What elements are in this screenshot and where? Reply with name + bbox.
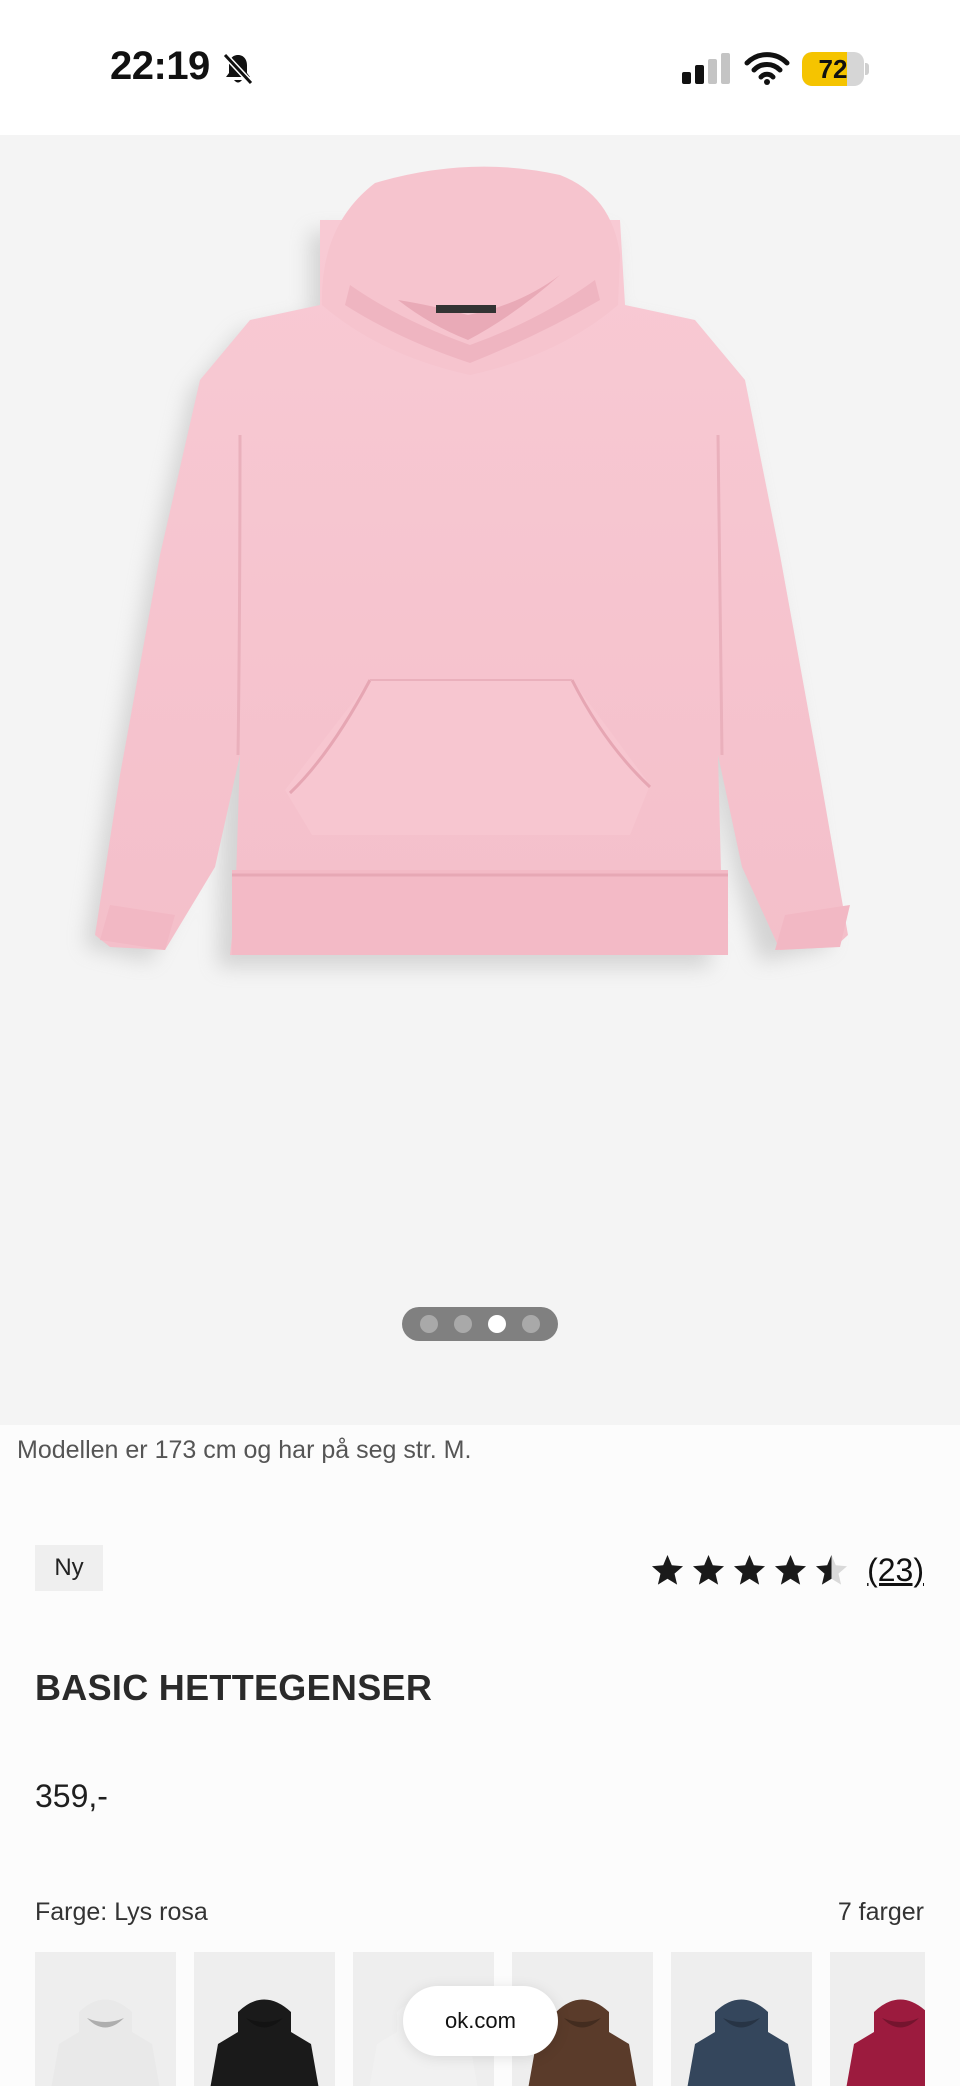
- carousel-dot[interactable]: [522, 1315, 540, 1333]
- battery-icon: 72: [802, 52, 869, 86]
- product-title: BASIC HETTEGENSER: [35, 1667, 433, 1708]
- cellular-signal-icon: [682, 53, 730, 84]
- bell-slash-icon: [222, 52, 254, 86]
- color-swatch[interactable]: [830, 1952, 925, 2086]
- color-swatch[interactable]: [671, 1952, 812, 2086]
- star-icon: [652, 1554, 684, 1585]
- color-label: Farge: Lys rosa: [35, 1898, 208, 1926]
- rating-stars: [650, 1553, 849, 1588]
- carousel-dot[interactable]: [420, 1315, 438, 1333]
- new-badge: Ny: [35, 1545, 103, 1591]
- battery-level: 72: [818, 54, 848, 84]
- product-gallery[interactable]: [0, 135, 960, 1425]
- carousel-indicator[interactable]: [402, 1307, 558, 1341]
- carousel-dot[interactable]: [454, 1315, 472, 1333]
- color-count[interactable]: 7 farger: [838, 1898, 924, 1927]
- status-time: 22:19: [110, 44, 210, 88]
- hoodie-thumbnail-icon: [51, 1999, 160, 2086]
- hoodie-thumbnail-icon: [846, 1999, 925, 2086]
- rating-count-link[interactable]: (23): [867, 1552, 924, 1589]
- product-price: 359,-: [35, 1778, 108, 1814]
- url-text: ok.com: [445, 2008, 516, 2033]
- hoodie-thumbnail-icon: [210, 1999, 319, 2086]
- star-icon: [775, 1554, 807, 1585]
- product-image[interactable]: [0, 135, 960, 1425]
- color-swatch[interactable]: [194, 1952, 335, 2086]
- star-icon: [816, 1554, 848, 1585]
- star-icon: [693, 1554, 725, 1585]
- wifi-icon: [744, 52, 790, 85]
- browser-url-bar[interactable]: ok.com: [403, 1986, 558, 2056]
- hoodie-thumbnail-icon: [687, 1999, 796, 2086]
- model-size-info: Modellen er 173 cm og har på seg str. M.: [17, 1436, 472, 1464]
- star-icon: [734, 1554, 766, 1585]
- carousel-dot[interactable]: [488, 1315, 506, 1333]
- status-bar: 22:19 72: [0, 0, 960, 135]
- rating[interactable]: (23): [650, 1549, 924, 1591]
- color-swatch[interactable]: [35, 1952, 176, 2086]
